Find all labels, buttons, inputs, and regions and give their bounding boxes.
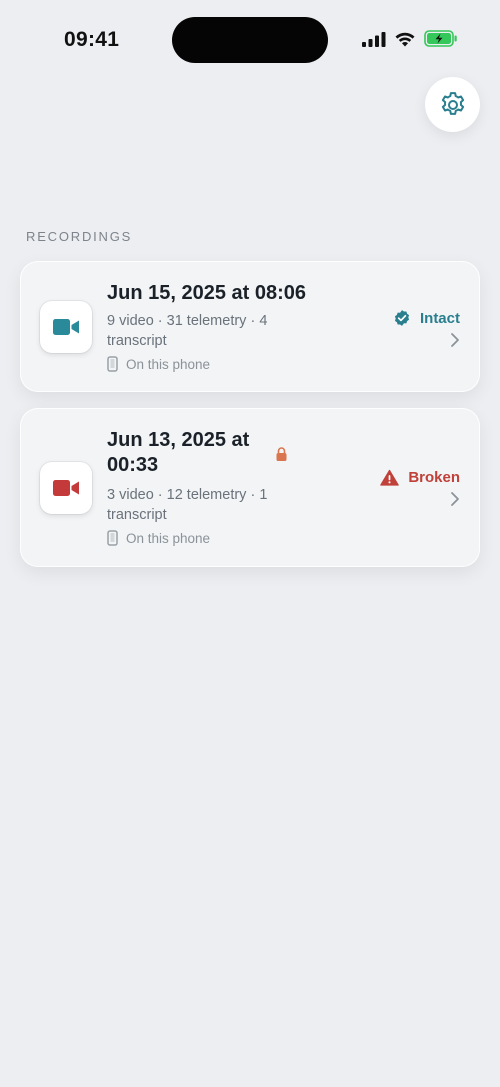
status-label: Broken [408, 469, 460, 486]
recording-location: On this phone [107, 530, 210, 546]
phone-icon [107, 530, 118, 546]
status-label: Intact [419, 309, 460, 327]
status-time: 09:41 [64, 28, 120, 51]
verified-check-icon [394, 310, 410, 326]
section-label-recordings: RECORDINGS [26, 229, 133, 244]
location-label: On this phone [126, 356, 211, 372]
recording-meta: 9 video · 31 telemetry · 4 transcript [107, 313, 268, 349]
status-bar: 09:41 [0, 0, 500, 80]
gear-icon [441, 91, 464, 115]
recording-location: On this phone [107, 356, 210, 372]
location-label: On this phone [126, 530, 211, 546]
wifi-icon [395, 32, 415, 46]
status-badge-intact: Intact [393, 309, 460, 327]
status-badge-broken: Broken [380, 469, 460, 486]
video-camera-icon [53, 480, 79, 496]
phone-icon [107, 356, 118, 372]
recording-title: Jun 13, 2025 at 00:33 [107, 429, 250, 476]
recording-card[interactable]: Jun 15, 2025 at 08:06 9 video · 31 telem… [20, 261, 480, 392]
lock-icon [276, 447, 287, 461]
status-icons [362, 30, 458, 47]
video-camera-icon [53, 319, 79, 335]
recording-meta: 3 video · 12 telemetry · 1 transcript [107, 487, 268, 523]
battery-charging-icon [424, 30, 457, 47]
recording-title: Jun 15, 2025 at 08:06 [107, 282, 307, 304]
recording-thumbnail [40, 462, 92, 514]
warning-triangle-icon [380, 469, 400, 486]
recording-thumbnail [40, 301, 92, 353]
settings-button[interactable] [425, 77, 480, 132]
chevron-right-icon [451, 333, 459, 347]
chevron-right-icon [451, 492, 459, 506]
dynamic-island [172, 17, 328, 63]
cellular-signal-icon [362, 31, 386, 47]
recording-card[interactable]: Jun 13, 2025 at 00:33 3 video · 12 telem… [20, 408, 480, 567]
